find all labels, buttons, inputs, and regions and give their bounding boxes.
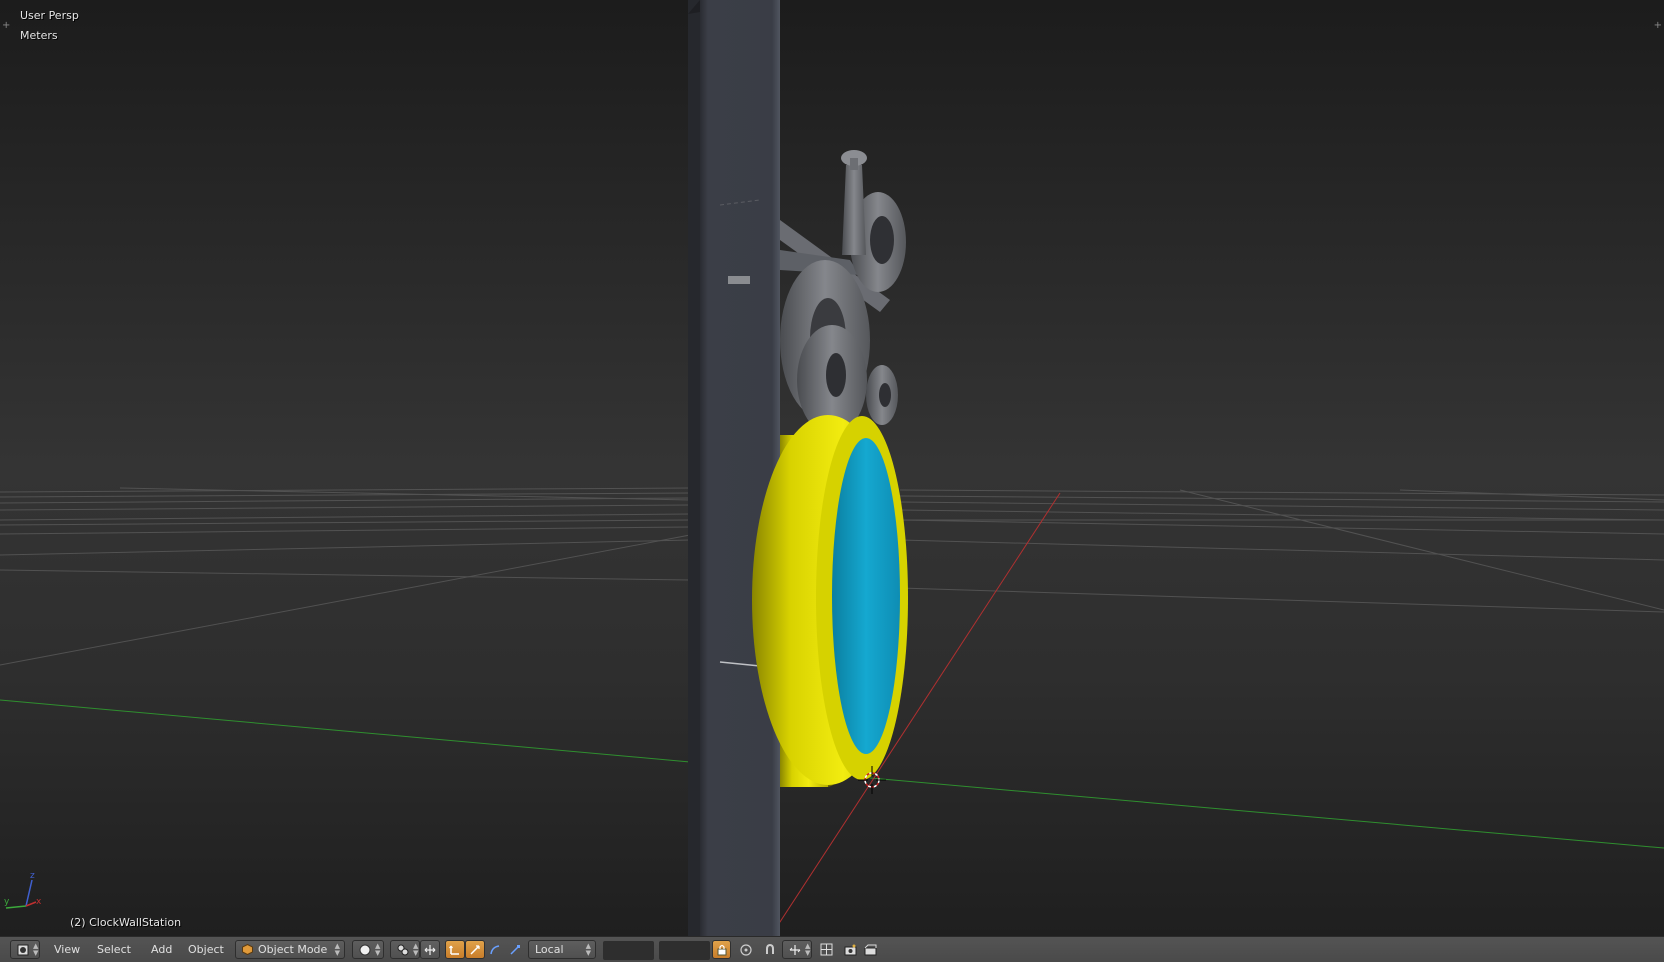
manipulator-icon <box>424 944 436 956</box>
svg-text:z: z <box>30 871 35 881</box>
clock-object <box>752 415 908 787</box>
render-icon <box>844 944 857 956</box>
pivot-point-selector[interactable]: ▲ ▼ <box>390 940 420 959</box>
units-label: Meters <box>20 29 58 42</box>
solid-sphere-icon <box>359 944 371 956</box>
scale-icon <box>509 944 521 956</box>
rotate-toggle[interactable] <box>465 940 485 959</box>
translate-toggle[interactable] <box>445 940 465 959</box>
opengl-render-icon <box>864 944 877 956</box>
snap-target-icon <box>820 943 833 956</box>
active-object-label: (2) ClockWallStation <box>70 916 182 929</box>
svg-text:y: y <box>4 897 10 907</box>
y-axis-line-right <box>869 777 1664 849</box>
mode-label: Object Mode <box>258 943 328 956</box>
snap-magnet-icon <box>764 943 776 956</box>
scale-toggle[interactable] <box>505 940 525 959</box>
mode-selector[interactable]: Object Mode ▲ ▼ <box>235 940 345 959</box>
arc-icon <box>489 944 501 956</box>
snap-toggle[interactable] <box>760 940 780 959</box>
proportional-editing-toggle[interactable] <box>736 940 756 959</box>
transform-orientation-selector[interactable]: Local ▲ ▼ <box>528 940 596 959</box>
snap-target-selector[interactable] <box>815 940 837 959</box>
lock-icon <box>716 944 728 956</box>
3d-viewport[interactable]: y z x User Persp Meters (2) ClockWallSta… <box>0 0 1664 936</box>
manipulator-toggle[interactable] <box>420 940 440 959</box>
orientation-label: Local <box>535 943 564 956</box>
object-cube-icon <box>242 944 253 955</box>
3d-view-icon <box>17 944 29 956</box>
render-animation-button[interactable] <box>860 940 880 959</box>
post-object <box>688 0 780 936</box>
menu-view[interactable]: View <box>48 940 86 959</box>
bracket-object <box>780 150 906 435</box>
scene-layers-block-1[interactable] <box>603 941 654 960</box>
menu-object[interactable]: Object <box>182 940 230 959</box>
area-split-corner-left[interactable]: + <box>2 20 10 31</box>
pivot-icon <box>397 944 409 956</box>
menu-add[interactable]: Add <box>145 940 178 959</box>
editor-type-selector[interactable]: ▲ ▼ <box>10 940 40 959</box>
y-axis-line-left <box>0 699 691 763</box>
viewport-header: ▲ ▼ View Select Add Object Object Mode ▲ ▼… <box>0 936 1664 962</box>
area-split-corner-right[interactable]: + <box>1654 20 1662 31</box>
rotate-mode-toggle[interactable] <box>485 940 505 959</box>
scene-layers-block-2[interactable] <box>659 941 710 960</box>
svg-text:x: x <box>36 897 42 907</box>
rotate-icon <box>469 944 481 956</box>
lock-layers-toggle[interactable] <box>712 940 731 959</box>
translate-icon <box>449 944 461 956</box>
proportional-icon <box>740 943 752 956</box>
view-axes-widget: y z x <box>4 871 42 909</box>
viewport-shading-selector[interactable]: ▲ ▼ <box>352 940 384 959</box>
snap-element-selector[interactable]: ▲ ▼ <box>782 940 812 959</box>
menu-select[interactable]: Select <box>91 940 137 959</box>
render-still-button[interactable] <box>840 940 860 959</box>
scene-canvas[interactable]: y z x <box>0 0 1664 936</box>
view-name-label: User Persp <box>20 9 79 22</box>
snap-element-icon <box>789 944 801 956</box>
